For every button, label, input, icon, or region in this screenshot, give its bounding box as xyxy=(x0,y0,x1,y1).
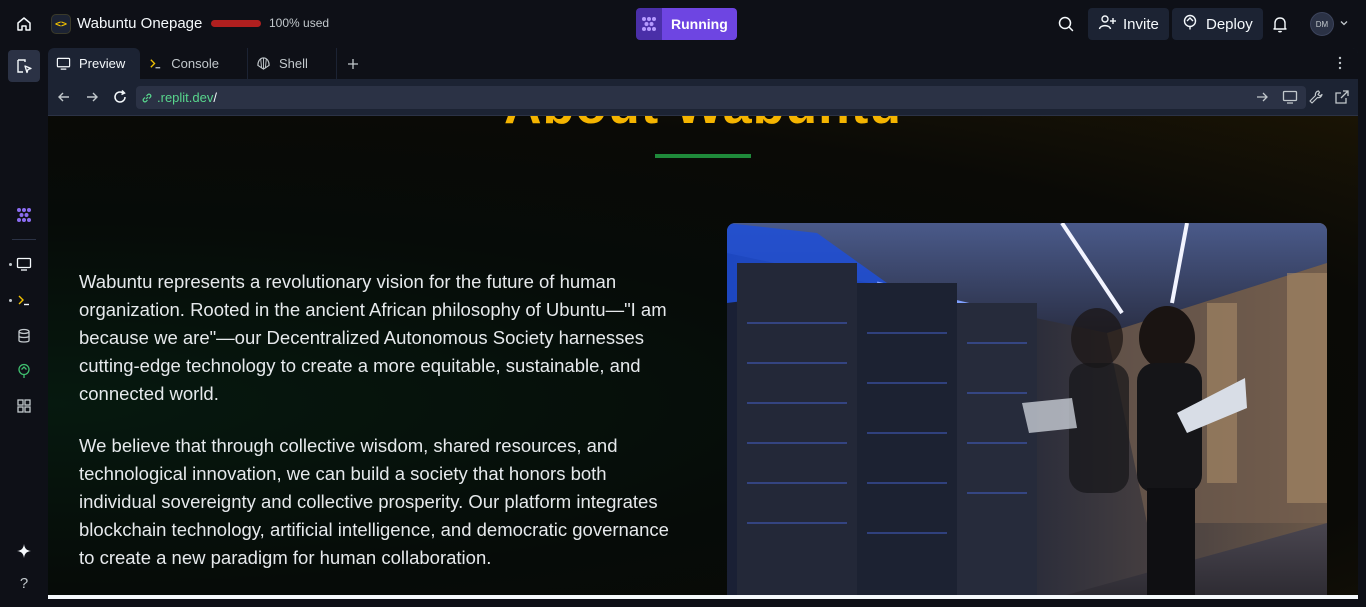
open-arrow-icon[interactable] xyxy=(1254,89,1270,105)
tab-label: Console xyxy=(171,56,219,71)
datacenter-photo xyxy=(727,223,1327,596)
replit-workspace: <> Wabuntu Onepage 100% used Running Inv… xyxy=(0,0,1366,607)
plus-icon xyxy=(347,58,358,69)
top-bar: <> Wabuntu Onepage 100% used Running Inv… xyxy=(0,0,1366,48)
project-title[interactable]: Wabuntu Onepage xyxy=(77,15,202,32)
usage-bar[interactable] xyxy=(211,20,261,27)
url-input[interactable]: .replit.dev / xyxy=(136,86,1306,109)
run-button[interactable]: Running xyxy=(636,8,737,40)
deploy-label: Deploy xyxy=(1206,15,1253,33)
tab-label: Preview xyxy=(79,56,126,71)
tab-label: Shell xyxy=(278,56,308,71)
help-icon[interactable]: ? xyxy=(12,571,36,595)
invite-label: Invite xyxy=(1123,15,1159,33)
database-icon[interactable] xyxy=(12,324,36,348)
deploy-button[interactable]: Deploy xyxy=(1172,8,1263,40)
left-rail: ? xyxy=(0,48,48,607)
chevron-down-icon xyxy=(1339,15,1349,33)
preview-pane: Preview Console Shell .replit.dev / Wabu… xyxy=(48,48,1358,599)
deploy-icon xyxy=(1182,14,1198,34)
about-paragraph: Wabuntu represents a revolutionary visio… xyxy=(79,271,667,404)
replit-logo-icon xyxy=(636,8,662,40)
back-arrow-icon[interactable] xyxy=(56,89,72,105)
tab-preview[interactable]: Preview xyxy=(48,48,141,79)
avatar: DM xyxy=(1310,12,1334,36)
url-bar: .replit.dev / xyxy=(48,79,1358,116)
search-icon[interactable] xyxy=(1055,13,1077,35)
deployments-icon[interactable] xyxy=(12,359,36,383)
run-status-label: Running xyxy=(662,8,737,40)
account-menu[interactable]: DM xyxy=(1310,12,1349,36)
url-path: / xyxy=(213,90,217,105)
home-icon[interactable] xyxy=(10,10,38,38)
sidebar-toggle-icon xyxy=(17,59,32,74)
sparkle-icon[interactable] xyxy=(12,539,36,563)
monitor-icon[interactable] xyxy=(12,252,36,276)
add-tab-button[interactable] xyxy=(337,48,369,79)
bell-icon[interactable] xyxy=(1269,13,1291,35)
tab-console[interactable]: Console xyxy=(140,48,248,79)
replit-agent-icon[interactable] xyxy=(12,203,36,227)
project-icon[interactable]: <> xyxy=(51,14,71,34)
add-user-icon xyxy=(1098,14,1116,34)
device-preview-icon[interactable] xyxy=(1282,89,1298,105)
monitor-icon xyxy=(56,57,71,70)
more-options-icon[interactable] xyxy=(1332,55,1348,71)
file-tree-toggle[interactable] xyxy=(8,50,40,82)
reload-icon[interactable] xyxy=(112,89,128,105)
about-heading: About Wabuntu xyxy=(48,116,1358,136)
forward-arrow-icon[interactable] xyxy=(84,89,100,105)
terminal-icon xyxy=(150,59,161,69)
invite-button[interactable]: Invite xyxy=(1088,8,1169,40)
about-text: Wabuntu represents a revolutionary visio… xyxy=(79,268,679,596)
heading-underline xyxy=(655,154,751,158)
web-preview: About Wabuntu Wabuntu represents a revol… xyxy=(48,116,1358,596)
url-host: .replit.dev xyxy=(157,90,214,105)
about-paragraph: We believe that through collective wisdo… xyxy=(79,435,669,568)
external-link-icon[interactable] xyxy=(1334,89,1350,105)
grid-icon[interactable] xyxy=(12,394,36,418)
rail-divider xyxy=(12,239,36,240)
wrench-icon[interactable] xyxy=(1308,89,1324,105)
terminal-icon[interactable] xyxy=(12,288,36,312)
bottom-strip xyxy=(48,595,1358,599)
tab-shell[interactable]: Shell xyxy=(248,48,337,79)
pane-tabs: Preview Console Shell xyxy=(48,48,1358,79)
usage-text[interactable]: 100% used xyxy=(269,16,329,30)
shell-icon xyxy=(257,57,270,70)
link-icon xyxy=(142,93,152,102)
